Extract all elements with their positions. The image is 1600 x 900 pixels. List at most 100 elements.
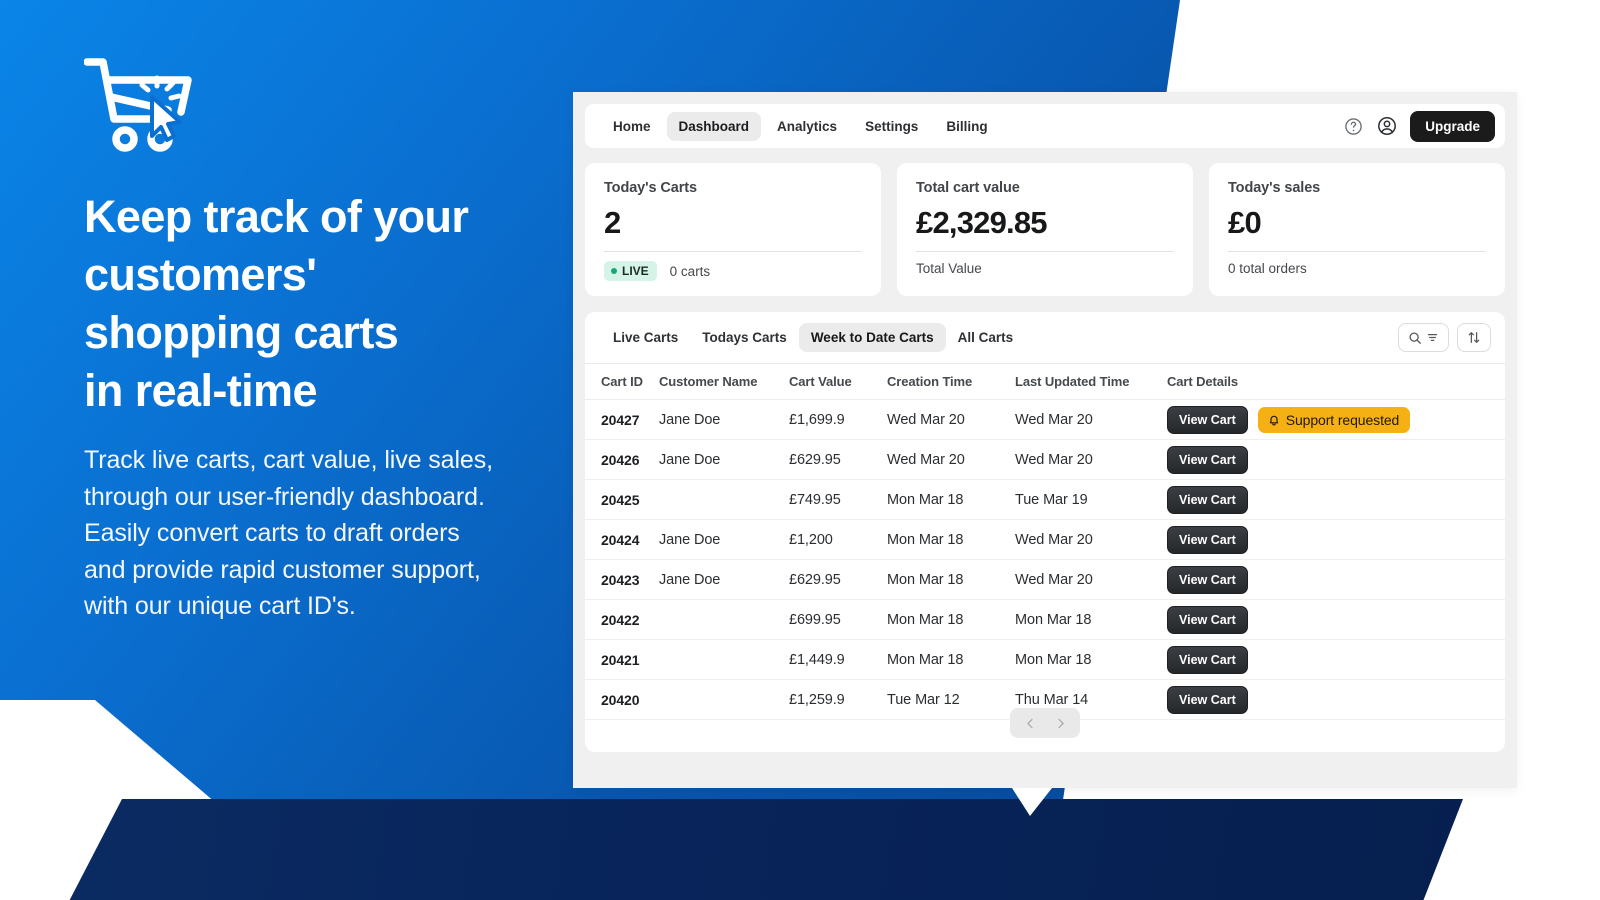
cell-cart-id: 20424: [585, 519, 659, 560]
cell-cart-details: View Cart: [1167, 639, 1505, 680]
nav-link-home[interactable]: Home: [601, 112, 663, 141]
background-navy-shape: [65, 799, 1463, 900]
table-row: 20421 £1,449.9 Mon Mar 18 Mon Mar 18 View Ca…: [585, 639, 1505, 680]
support-requested-badge[interactable]: Support requested: [1257, 406, 1411, 433]
cell-cart-details: View Cart: [1167, 599, 1505, 640]
cell-creation-time: Mon Mar 18: [887, 639, 1015, 680]
cell-last-updated-time: Wed Mar 20: [1015, 559, 1167, 600]
user-circle-icon[interactable]: [1376, 115, 1398, 137]
carts-table: Cart ID Customer Name Cart Value Creatio…: [585, 364, 1505, 720]
cell-cart-details: View Cart Support requested: [1167, 399, 1505, 440]
cell-cart-value: £1,699.9: [789, 399, 887, 440]
marketing-copy-column: Keep track of your customers' shopping c…: [84, 56, 554, 625]
app-navbar: Home Dashboard Analytics Settings Billin…: [585, 104, 1505, 148]
sort-button[interactable]: [1457, 323, 1491, 352]
view-cart-button[interactable]: View Cart: [1167, 485, 1248, 514]
pagination-next-button[interactable]: [1046, 712, 1074, 734]
tab-live-carts[interactable]: Live Carts: [601, 323, 690, 352]
stat-footer: LIVE 0 carts: [604, 261, 862, 281]
chevron-right-icon: [1057, 718, 1064, 728]
cell-last-updated-time: Tue Mar 19: [1015, 479, 1167, 520]
cell-customer-name: [659, 479, 789, 520]
table-row: 20424 Jane Doe £1,200 Mon Mar 18 Wed Mar 20 V…: [585, 519, 1505, 560]
view-cart-button[interactable]: View Cart: [1167, 405, 1248, 434]
cell-cart-value: £1,449.9: [789, 639, 887, 680]
view-cart-button[interactable]: View Cart: [1167, 525, 1248, 554]
stat-footer: Total Value: [916, 261, 1174, 276]
stat-value: £2,329.85: [916, 205, 1048, 240]
table-row: 20426 Jane Doe £629.95 Wed Mar 20 Wed Mar 20…: [585, 439, 1505, 480]
col-cart-id: Cart ID: [585, 364, 659, 400]
cell-creation-time: Mon Mar 18: [887, 479, 1015, 520]
cell-customer-name: Jane Doe: [659, 399, 789, 440]
cell-cart-id: 20426: [585, 439, 659, 480]
carts-table-body: 20427 Jane Doe £1,699.9 Wed Mar 20 Wed Mar 2…: [585, 399, 1505, 720]
cell-creation-time: Mon Mar 18: [887, 519, 1015, 560]
cell-cart-value: £629.95: [789, 559, 887, 600]
nav-link-analytics[interactable]: Analytics: [765, 112, 849, 141]
stat-value: 2: [604, 205, 621, 240]
cell-cart-details: View Cart: [1167, 479, 1505, 520]
table-row: 20422 £699.95 Mon Mar 18 Mon Mar 18 View Car…: [585, 599, 1505, 640]
cell-customer-name: [659, 639, 789, 680]
filter-icon: [1427, 334, 1438, 341]
stat-foot-text: 0 total orders: [1228, 261, 1307, 276]
nav-link-dashboard[interactable]: Dashboard: [666, 111, 762, 141]
tab-all-carts[interactable]: All Carts: [946, 323, 1026, 352]
page-headline: Keep track of your customers' shopping c…: [84, 191, 469, 416]
upgrade-button[interactable]: Upgrade: [1410, 110, 1495, 142]
cart-details-actions: View Cart: [1167, 485, 1505, 514]
cell-customer-name: [659, 599, 789, 640]
cell-cart-value: £1,200: [789, 519, 887, 560]
question-circle-icon[interactable]: [1342, 115, 1364, 137]
marketing-banner: Keep track of your customers' shopping c…: [0, 0, 1600, 900]
view-cart-button[interactable]: View Cart: [1167, 605, 1248, 634]
cell-cart-details: View Cart: [1167, 519, 1505, 560]
table-row: 20423 Jane Doe £629.95 Mon Mar 18 Wed Mar 20…: [585, 559, 1505, 600]
nav-link-settings[interactable]: Settings: [853, 112, 930, 141]
search-filter-button[interactable]: [1398, 323, 1449, 352]
cell-last-updated-time: Mon Mar 18: [1015, 639, 1167, 680]
cell-cart-value: £629.95: [789, 439, 887, 480]
sort-arrows-icon: [1468, 332, 1480, 343]
carts-table-card: Live Carts Todays Carts Week to Date Car…: [585, 312, 1505, 752]
view-cart-button[interactable]: View Cart: [1167, 645, 1248, 674]
tab-todays-carts[interactable]: Todays Carts: [690, 323, 799, 352]
cell-cart-details: View Cart: [1167, 439, 1505, 480]
table-row: 20427 Jane Doe £1,699.9 Wed Mar 20 Wed Mar 2…: [585, 399, 1505, 440]
pagination: [585, 708, 1505, 738]
nav-links: Home Dashboard Analytics Settings Billin…: [601, 111, 1000, 141]
stat-foot-text: Total Value: [916, 261, 982, 276]
cell-last-updated-time: Wed Mar 20: [1015, 439, 1167, 480]
cart-details-actions: View Cart: [1167, 445, 1505, 474]
carts-tabs: Live Carts Todays Carts Week to Date Car…: [585, 312, 1505, 364]
stat-value: £0: [1228, 205, 1262, 240]
stat-title: Total cart value: [916, 180, 1020, 196]
col-cart-details: Cart Details: [1167, 364, 1505, 400]
pagination-prev-button[interactable]: [1016, 712, 1044, 734]
table-row: 20425 £749.95 Mon Mar 18 Tue Mar 19 View Car…: [585, 479, 1505, 520]
stats-row: Today's Carts 2 LIVE 0 carts Total cart …: [585, 163, 1505, 296]
stat-foot-text: 0 carts: [669, 263, 711, 279]
table-header-row: Cart ID Customer Name Cart Value Creatio…: [585, 364, 1505, 400]
view-cart-button[interactable]: View Cart: [1167, 445, 1248, 474]
live-badge-label: LIVE: [622, 264, 649, 278]
divider: [604, 251, 862, 252]
tab-week-to-date-carts[interactable]: Week to Date Carts: [798, 323, 946, 352]
cell-customer-name: Jane Doe: [659, 519, 789, 560]
cart-details-actions: View Cart: [1167, 565, 1505, 594]
chevron-left-icon: [1026, 718, 1033, 728]
cell-customer-name: Jane Doe: [659, 439, 789, 480]
cell-creation-time: Mon Mar 18: [887, 559, 1015, 600]
cell-cart-id: 20422: [585, 599, 659, 640]
view-cart-button[interactable]: View Cart: [1167, 565, 1248, 594]
cell-customer-name: Jane Doe: [659, 559, 789, 600]
cell-cart-value: £699.95: [789, 599, 887, 640]
col-creation-time: Creation Time: [887, 364, 1015, 400]
pager-group: [1010, 708, 1080, 738]
nav-link-billing[interactable]: Billing: [934, 112, 999, 141]
col-cart-value: Cart Value: [789, 364, 887, 400]
cell-creation-time: Mon Mar 18: [887, 599, 1015, 640]
support-badge-label: Support requested: [1285, 411, 1400, 428]
cell-cart-id: 20423: [585, 559, 659, 600]
